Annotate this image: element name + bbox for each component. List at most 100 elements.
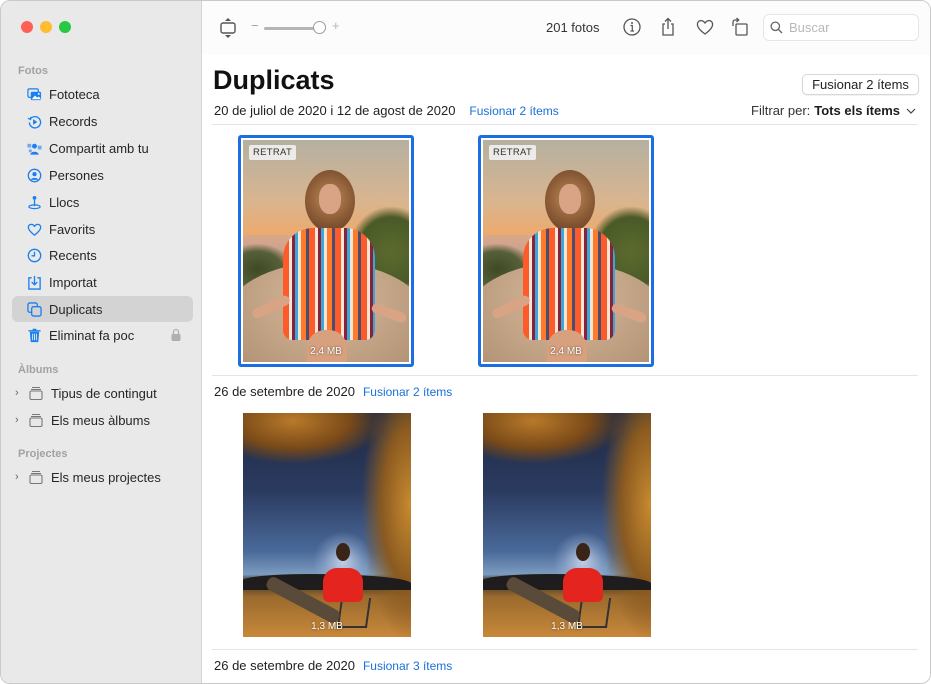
sidebar-group-tipus-de-contingut[interactable]: › Tipus de contingut [15,381,157,405]
sidebar-item-importat[interactable]: Importat [12,269,193,295]
album-stack-icon [29,414,43,427]
group-date: 26 de setembre de 2020 [214,384,355,399]
info-icon [623,18,641,36]
import-icon [26,274,42,290]
file-size: 1,3 MB [551,621,583,632]
lock-icon [171,328,181,341]
sidebar-item-label: Llocs [49,194,80,210]
memories-icon [26,113,42,129]
duplicate-group-header: 26 de setembre de 2020 Fusionar 3 ítems [214,658,452,673]
album-stack-icon [29,387,43,400]
sidebar-item-label: Compartit amb tu [49,140,149,156]
photo-thumbnail: 1,3 MB [483,413,651,637]
share-icon [662,17,674,36]
merge-group-link[interactable]: Fusionar 3 ítems [363,659,452,673]
duplicate-photo[interactable]: RETRAT 2,4 MB [478,135,654,367]
duplicates-view: Duplicats Fusionar 2 ítems 20 de juliol … [202,55,930,683]
search-field[interactable] [763,14,919,41]
clock-icon [26,247,42,263]
sidebar-item-duplicats[interactable]: Duplicats [12,296,193,322]
sidebar-item-label: Recents [49,247,97,263]
file-size: 1,3 MB [311,621,343,632]
minimize-window-button[interactable] [40,21,52,33]
photo-thumbnail: 1,3 MB [243,413,411,637]
sidebar-item-label: Persones [49,167,104,183]
sidebar-group-els-meus-albums[interactable]: › Els meus àlbums [15,408,150,432]
sidebar-section-fotos: Fotos [18,65,48,77]
shared-with-you-icon [26,140,42,156]
file-size: 2,4 MB [550,346,582,357]
sidebar-item-records[interactable]: Records [12,108,193,134]
sidebar-item-favorits[interactable]: Favorits [12,216,193,242]
sidebar-item-label: Importat [49,274,97,290]
album-stack-icon [29,471,43,484]
sidebar-section-albums: Àlbums [18,364,59,376]
photo-thumbnail: RETRAT 2,4 MB [243,140,409,362]
chevron-down-icon [906,108,916,114]
divider [212,124,918,125]
sidebar-item-label: Favorits [49,221,96,237]
zoom-out-label: − [251,18,259,33]
duplicate-photo[interactable]: 1,3 MB [483,413,651,637]
zoom-slider-track[interactable] [264,27,320,30]
page-title: Duplicats [213,65,335,95]
sidebar-item-fototeca[interactable]: Fototeca [12,81,193,107]
trash-icon [26,327,42,343]
zoom-slider-knob[interactable] [313,21,326,34]
filter-value: Tots els ítems [814,103,900,118]
divider [212,649,918,650]
group-date: 26 de setembre de 2020 [214,658,355,673]
aspect-ratio-toggle-icon[interactable] [219,16,237,40]
sidebar-item-label: Eliminat fa poc [49,327,135,343]
toolbar: − + 201 fotos [202,1,930,55]
group-date: 20 de juliol de 2020 i 12 de agost de 20… [214,103,456,118]
duplicate-group-header: 20 de juliol de 2020 i 12 de agost de 20… [214,103,559,118]
sidebar-group-label: Tipus de contingut [51,385,157,401]
file-size: 2,4 MB [310,346,342,357]
merge-group-link[interactable]: Fusionar 2 ítems [469,104,558,118]
filter-label: Filtrar per: [751,103,811,118]
window-controls [21,21,71,33]
places-icon [26,194,42,210]
favorite-button[interactable] [694,16,716,38]
search-input[interactable] [789,20,909,35]
sidebar-item-llocs[interactable]: Llocs [12,189,193,215]
duplicates-icon [26,301,42,317]
chevron-right-icon[interactable]: › [15,471,25,483]
heart-icon [26,221,42,237]
portrait-badge: RETRAT [489,145,537,160]
sidebar-item-compartit[interactable]: Compartit amb tu [12,135,193,161]
sidebar-item-label: Records [49,113,98,129]
chevron-right-icon[interactable]: › [15,414,25,426]
sidebar-group-els-meus-projectes[interactable]: › Els meus projectes [15,465,161,489]
sidebar-item-label: Duplicats [49,301,103,317]
people-icon [26,167,42,183]
chevron-right-icon[interactable]: › [15,387,25,399]
share-button[interactable] [657,16,679,38]
close-window-button[interactable] [21,21,33,33]
sidebar-group-label: Els meus àlbums [51,412,150,428]
photo-thumbnail: RETRAT 2,4 MB [483,140,649,362]
duplicate-group-header: 26 de setembre de 2020 Fusionar 2 ítems [214,384,452,399]
rotate-icon [732,17,748,36]
duplicate-photo[interactable]: RETRAT 2,4 MB [238,135,414,367]
merge-all-button[interactable]: Fusionar 2 ítems [802,74,919,95]
duplicate-photo[interactable]: 1,3 MB [243,413,411,637]
sidebar-item-eliminat[interactable]: Eliminat fa poc [12,322,193,348]
sidebar-item-persones[interactable]: Persones [12,162,193,188]
sidebar-item-recents[interactable]: Recents [12,242,193,268]
photo-count: 201 fotos [546,20,600,35]
sidebar-group-label: Els meus projectes [51,469,161,485]
photos-window: Fotos Fototeca Records Compartit amb tu … [0,0,931,684]
rotate-button[interactable] [729,16,751,38]
zoom-in-label: + [332,18,340,33]
merge-group-link[interactable]: Fusionar 2 ítems [363,385,452,399]
filter-dropdown[interactable]: Filtrar per: Tots els ítems [751,103,916,118]
info-button[interactable] [621,16,643,38]
portrait-badge: RETRAT [249,145,297,160]
photo-library-icon [26,86,42,102]
sidebar-item-label: Fototeca [49,86,100,102]
zoom-window-button[interactable] [59,21,71,33]
sidebar: Fotos Fototeca Records Compartit amb tu … [1,1,202,683]
heart-icon [696,19,714,35]
